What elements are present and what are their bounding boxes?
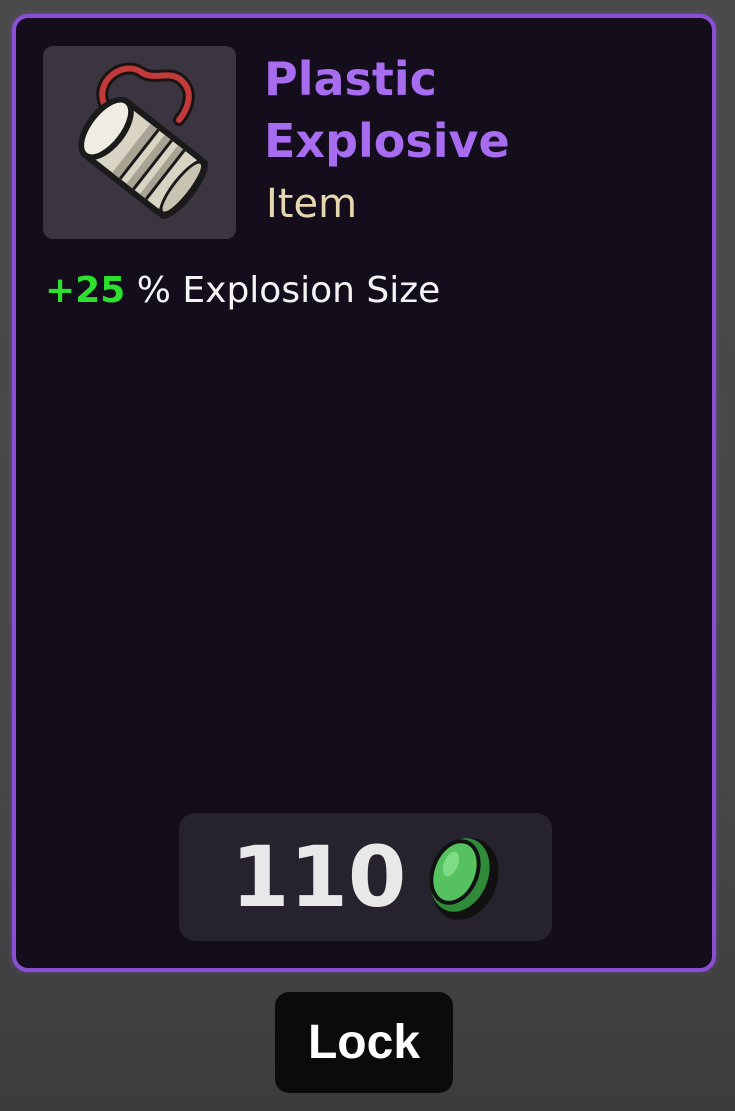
price-box: 110 <box>179 813 552 941</box>
item-name: Plastic Explosive <box>264 52 510 168</box>
stat-line: +25 % Explosion Size <box>45 266 440 316</box>
item-type-label: Item <box>266 181 358 227</box>
item-card: Plastic Explosive Item +25 % Explosion S… <box>12 14 716 972</box>
item-icon-frame <box>43 46 236 239</box>
lock-button[interactable]: Lock <box>275 992 453 1093</box>
plastic-explosive-icon <box>78 62 209 219</box>
stat-value: +25 <box>45 270 126 311</box>
stat-label: Explosion Size <box>182 270 441 311</box>
price-amount: 110 <box>231 828 407 926</box>
material-coin-icon <box>429 838 499 920</box>
stat-unit: % <box>136 270 171 311</box>
